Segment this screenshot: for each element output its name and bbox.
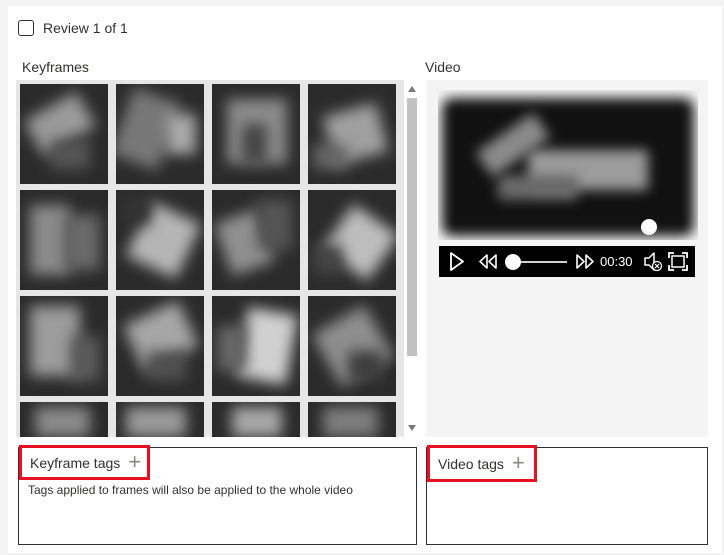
keyframe-thumbnail[interactable] [116,402,204,437]
video-label: Video [425,59,461,75]
keyframe-thumbnail[interactable] [20,296,108,396]
keyframe-thumbnail[interactable] [212,402,300,437]
play-icon[interactable] [449,252,465,271]
fullscreen-icon[interactable] [667,251,689,272]
video-tags-title: Video tags [438,455,504,472]
keyframe-thumbnail[interactable] [212,190,300,290]
keyframes-label: Keyframes [22,59,89,75]
keyframe-thumbnail[interactable] [116,296,204,396]
keyframe-thumbnail[interactable] [212,296,300,396]
keyframe-thumbnail[interactable] [308,84,396,184]
keyframe-thumbnail[interactable] [116,84,204,184]
keyframe-tags-header: Keyframe tags + [19,445,150,480]
keyframe-thumbnail[interactable] [116,190,204,290]
video-controls: 00:30 [439,246,695,277]
keyframe-tags-title: Keyframe tags [30,454,121,471]
keyframe-thumbnail[interactable] [20,402,108,437]
scroll-up-icon[interactable] [408,86,416,92]
video-player[interactable] [438,90,698,240]
speaker-mute-icon[interactable] [643,251,663,272]
rewind-icon[interactable] [478,254,498,269]
review-label: Review 1 of 1 [43,20,128,36]
keyframes-grid [16,80,404,437]
keyframes-panel [16,80,420,437]
keyframes-scrollbar[interactable] [404,80,420,437]
keyframe-thumbnail[interactable] [20,84,108,184]
seek-bar[interactable] [505,254,567,270]
scroll-thumb[interactable] [407,98,417,356]
seek-preview-dot [641,219,657,235]
scroll-down-icon[interactable] [408,425,416,431]
add-video-tag-plus-icon[interactable]: + [512,451,525,474]
time-display: 00:30 [600,254,633,269]
keyframe-thumbnail[interactable] [20,190,108,290]
keyframe-thumbnail[interactable] [212,84,300,184]
keyframe-thumbnail[interactable] [308,296,396,396]
video-tags-header: Video tags + [427,445,537,482]
keyframe-thumbnail[interactable] [308,190,396,290]
add-keyframe-tag-plus-icon[interactable]: + [128,450,141,473]
seek-thumb[interactable] [505,254,521,270]
keyframe-thumbnail[interactable] [308,402,396,437]
keyframe-tags-hint: Tags applied to frames will also be appl… [28,483,353,497]
review-checkbox[interactable] [18,20,34,36]
review-header: Review 1 of 1 [18,20,128,36]
fast-forward-icon[interactable] [575,254,595,269]
